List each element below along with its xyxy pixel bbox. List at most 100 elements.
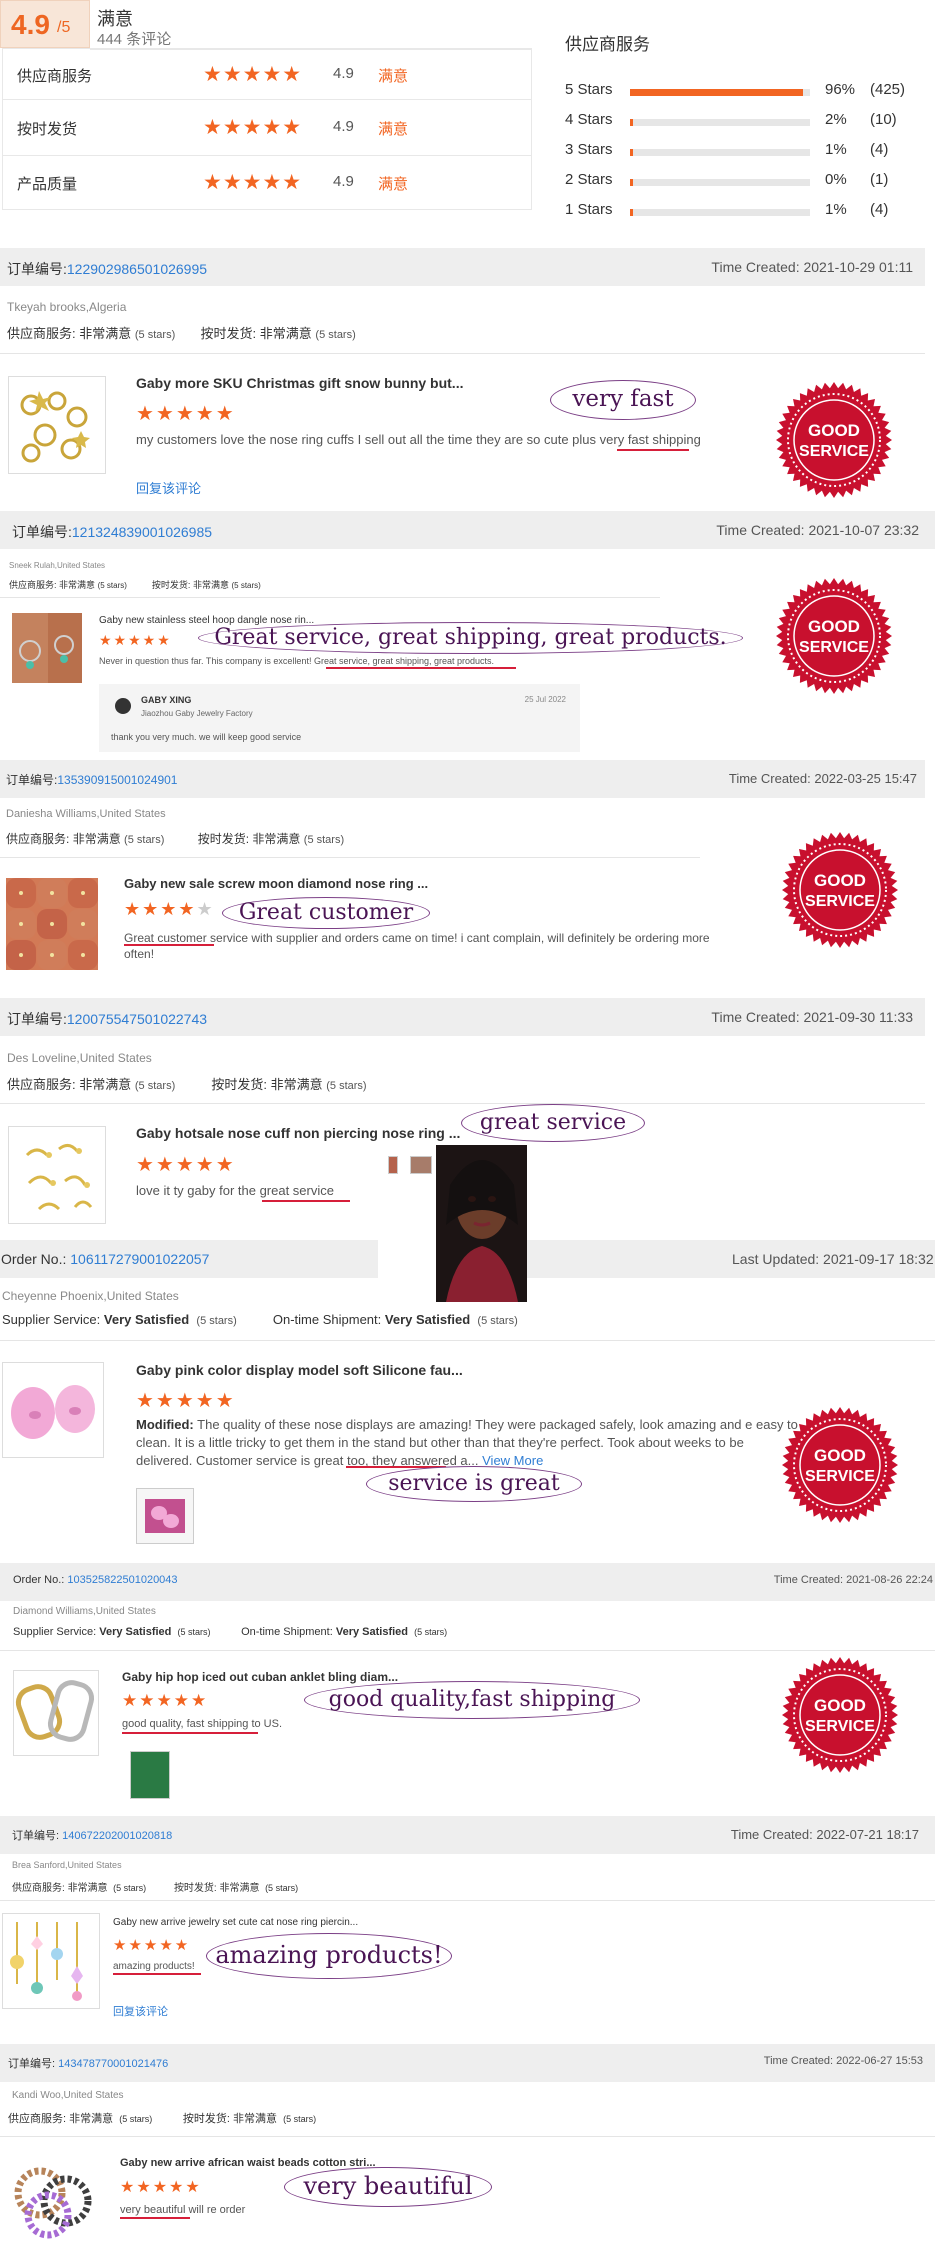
- order-label: Order No.: 106117279001022057: [1, 1251, 210, 1267]
- product-title[interactable]: Gaby hip hop iced out cuban anklet bling…: [122, 1670, 398, 1684]
- service-ratings: Supplier Service: Very Satisfied (5 star…: [13, 1626, 448, 1638]
- metric-word: 满意: [378, 68, 409, 85]
- order-time: Time Created: 2021-10-29 01:11: [711, 259, 913, 275]
- distribution-count: (10): [870, 111, 897, 128]
- overall-score-box: 4.9 /5: [0, 0, 90, 48]
- callout-annotation: Great service, great shipping, great pro…: [198, 622, 743, 654]
- distribution-bar-fill: [630, 179, 633, 186]
- order-bar: 订单编号:135390915001024901 Time Created: 20…: [0, 760, 925, 798]
- order-label: 订单编号:135390915001024901: [6, 773, 178, 787]
- review-stars: ★★★★★: [124, 899, 215, 919]
- order-label: 订单编号:122902986501026995: [7, 261, 208, 277]
- star-level-label: 2 Stars: [565, 171, 613, 188]
- distribution-count: (425): [870, 81, 906, 98]
- good-service-stamp: GOOD SERVICE: [774, 576, 894, 701]
- order-bar: 订单编号:122902986501026995 Time Created: 20…: [0, 248, 925, 286]
- order-number-link[interactable]: 140672202001020818: [62, 1830, 172, 1842]
- distribution-bar-fill: [630, 89, 803, 96]
- product-thumbnail[interactable]: [2, 1913, 100, 2009]
- supplier-reply-box: GABY XING Jiaozhou Gaby Jewelry Factory …: [99, 684, 580, 752]
- distribution-percent: 1%: [825, 201, 847, 218]
- metric-row-service: 供应商服务 ★★★★★ 4.9 满意: [2, 48, 532, 100]
- order-bar-right: Last Updated: 2021-09-17 18:32: [527, 1240, 935, 1278]
- service-ratings: Supplier Service: Very Satisfied (5 star…: [2, 1312, 518, 1327]
- customer-photo[interactable]: [436, 1145, 527, 1302]
- callout-annotation: service is great: [366, 1466, 582, 1502]
- divider: [0, 2136, 935, 2137]
- callout-annotation: amazing products!: [206, 1933, 452, 1979]
- review-text: Modified: The quality of these nose disp…: [136, 1417, 798, 1468]
- product-thumbnail[interactable]: [6, 878, 98, 970]
- distribution-percent: 0%: [825, 171, 847, 188]
- product-thumbnail[interactable]: [2, 1362, 104, 1458]
- good-service-stamp: GOOD SERVICE: [780, 1405, 900, 1530]
- metric-row-quality: 产品质量 ★★★★★ 4.9 满意: [2, 156, 532, 210]
- product-title[interactable]: Gaby new arrive african waist beads cott…: [120, 2157, 376, 2169]
- reply-link[interactable]: 回复该评论: [136, 478, 201, 497]
- divider: [0, 1103, 925, 1104]
- badge-text-line2: SERVICE: [805, 1468, 875, 1485]
- order-number-link[interactable]: 106117279001022057: [70, 1251, 209, 1267]
- order-number-link[interactable]: 143478770001021476: [58, 2058, 168, 2070]
- product-title[interactable]: Gaby new sale screw moon diamond nose ri…: [124, 876, 428, 891]
- metric-value: 4.9: [333, 65, 354, 82]
- review-text: Never in question thus far. This company…: [99, 656, 495, 666]
- order-bar: 订单编号:121324839001026985 Time Created: 20…: [0, 511, 935, 549]
- divider: [0, 1650, 935, 1651]
- review-stars: ★★★★★: [136, 403, 236, 425]
- metric-name: 供应商服务: [17, 68, 93, 85]
- order-time: Time Created: 2022-06-27 15:53: [763, 2055, 923, 2067]
- buyer-name: Kandi Woo,United States: [12, 2090, 124, 2101]
- order-bar: Order No.: 103525822501020043 Time Creat…: [0, 1563, 935, 1601]
- callout-annotation: Great customer: [222, 897, 430, 929]
- product-thumbnail[interactable]: [8, 376, 106, 474]
- buyer-name: Sneek Rulah,United States: [9, 561, 106, 570]
- good-service-stamp: GOOD SERVICE: [780, 830, 900, 955]
- product-thumbnail[interactable]: [8, 1126, 106, 1224]
- product-thumbnail[interactable]: [10, 2157, 96, 2243]
- service-ratings: 供应商服务: 非常满意 (5 stars) 按时发货: 非常满意 (5 star…: [8, 2113, 317, 2125]
- order-time: Time Created: 2021-09-30 11:33: [711, 1009, 913, 1025]
- order-label: Order No.: 103525822501020043: [13, 1574, 178, 1586]
- product-thumbnail[interactable]: [13, 1670, 99, 1756]
- distribution-bar-track: [630, 89, 810, 96]
- order-number-link[interactable]: 103525822501020043: [67, 1574, 177, 1586]
- metric-value: 4.9: [333, 173, 354, 190]
- buyer-name: Diamond Williams,United States: [13, 1606, 156, 1617]
- order-number-link[interactable]: 121324839001026985: [72, 524, 212, 540]
- highlight-underline: [120, 2217, 190, 2219]
- overall-score: 4.9: [11, 9, 50, 40]
- review-text: my customers love the nose ring cuffs I …: [136, 432, 701, 447]
- order-number-link[interactable]: 120075547501022743: [67, 1011, 207, 1027]
- distribution-bar-fill: [630, 149, 633, 156]
- distribution-count: (1): [870, 171, 889, 188]
- review-photo-thumb[interactable]: [136, 1488, 194, 1544]
- review-photo-thumb[interactable]: [388, 1156, 398, 1174]
- reply-link[interactable]: 回复该评论: [113, 2003, 168, 2019]
- review-photo-thumb[interactable]: [130, 1751, 170, 1799]
- review-stars: ★★★★★: [136, 1154, 236, 1176]
- order-time: Last Updated: 2021-09-17 18:32: [732, 1251, 934, 1267]
- order-time: Time Created: 2021-08-26 22:24: [773, 1574, 933, 1586]
- product-title[interactable]: Gaby hotsale nose cuff non piercing nose…: [136, 1125, 460, 1141]
- callout-annotation: great service: [461, 1104, 645, 1142]
- product-title[interactable]: Gaby pink color display model soft Silic…: [136, 1362, 463, 1378]
- avatar: [115, 698, 131, 714]
- product-title[interactable]: Gaby new arrive jewelry set cute cat nos…: [113, 1917, 358, 1928]
- divider: [0, 1340, 935, 1341]
- distribution-count: (4): [870, 141, 889, 158]
- product-title[interactable]: Gaby more SKU Christmas gift snow bunny …: [136, 375, 463, 391]
- product-thumbnail[interactable]: [12, 613, 82, 683]
- review-text: love it ty gaby for the great service: [136, 1183, 334, 1198]
- distribution-row: 5 Stars 96% (425): [565, 81, 935, 101]
- badge-text-line1: GOOD: [808, 617, 860, 636]
- review-photo-thumb[interactable]: [410, 1156, 432, 1174]
- review-stars: ★★★★★: [120, 2179, 202, 2196]
- distribution-title: 供应商服务: [565, 35, 650, 54]
- metric-stars: ★★★★★: [203, 63, 303, 86]
- order-number-link[interactable]: 135390915001024901: [57, 773, 177, 787]
- badge-text-line1: GOOD: [814, 871, 866, 890]
- review-text: Great customer service with supplier and…: [124, 931, 710, 961]
- order-number-link[interactable]: 122902986501026995: [67, 261, 207, 277]
- metric-row-shipping: 按时发货 ★★★★★ 4.9 满意: [2, 100, 532, 156]
